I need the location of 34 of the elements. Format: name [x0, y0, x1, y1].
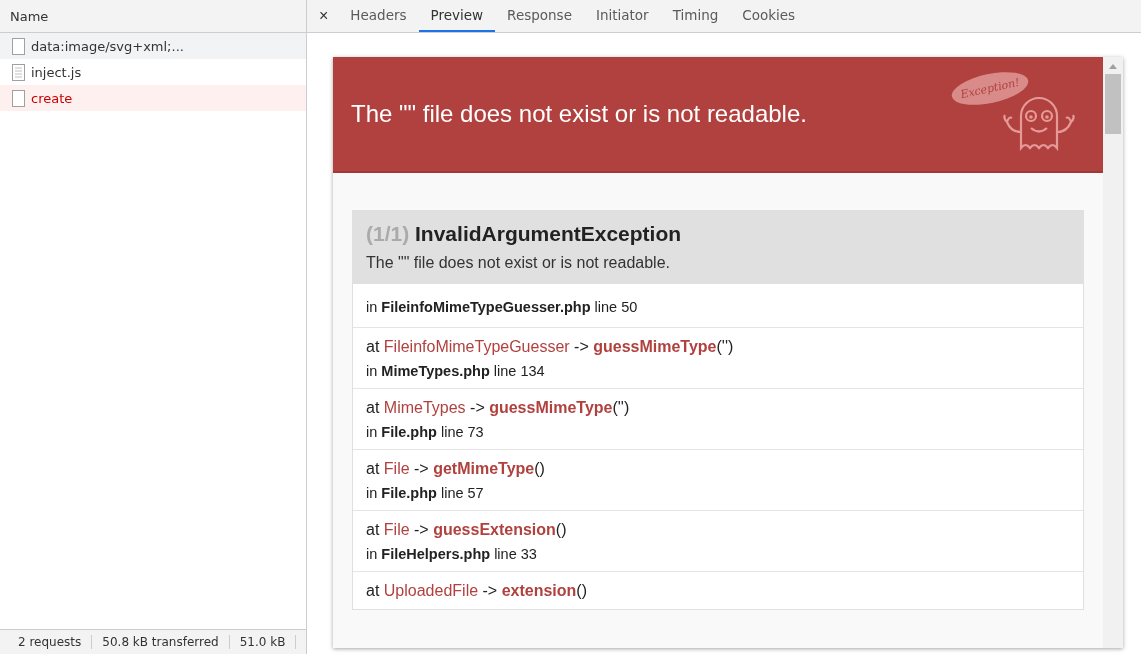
- trace-call: at File -> guessExtension(): [366, 521, 568, 539]
- trace-location: in File.php line 57: [366, 485, 485, 501]
- error-title: The "" file does not exist or is not readable.: [351, 100, 807, 128]
- trace-location: in FileinfoMimeTypeGuesser.php line 50: [366, 299, 639, 315]
- status-text: 51.0 kB: [229, 635, 297, 649]
- request-name: data:image/svg+xml;...: [31, 38, 184, 54]
- request-name: create: [31, 90, 73, 106]
- scrollbar[interactable]: [1103, 57, 1123, 648]
- file-icon: [12, 37, 25, 55]
- trace-location: in MimeTypes.php line 134: [366, 363, 546, 379]
- script-file-icon: [12, 63, 25, 81]
- scroll-up-icon[interactable]: [1108, 62, 1118, 70]
- status-text: 50.8 kB transferred: [92, 635, 230, 649]
- file-icon: [12, 89, 25, 107]
- column-header[interactable]: Name: [0, 0, 306, 33]
- trace-location: in File.php line 73: [366, 424, 485, 440]
- request-row[interactable]: create: [0, 85, 306, 111]
- request-row[interactable]: data:image/svg+xml;...: [0, 33, 306, 59]
- tab[interactable]: Cookies: [730, 0, 808, 32]
- status-text: 2 requests: [0, 635, 93, 649]
- request-name: inject.js: [31, 64, 82, 80]
- trace-call: at UploadedFile -> extension(): [366, 582, 588, 600]
- trace-call: at File -> getMimeType(): [366, 460, 546, 478]
- tab[interactable]: Preview: [418, 0, 496, 32]
- trace-location: in FileHelpers.php line 33: [366, 546, 538, 562]
- exception-message: The "" file does not exist or is not readable.: [366, 254, 671, 272]
- close-button[interactable]: ×: [317, 0, 339, 32]
- scroll-thumb[interactable]: [1105, 74, 1121, 134]
- tab[interactable]: Initiator: [583, 0, 661, 32]
- tab[interactable]: Timing: [660, 0, 731, 32]
- trace-call: at MimeTypes -> guessMimeType(''): [366, 399, 631, 417]
- tab[interactable]: Response: [495, 0, 584, 32]
- trace-call: at FileinfoMimeTypeGuesser -> guessMimeType(''): [366, 338, 735, 356]
- tab[interactable]: Headers: [338, 0, 419, 32]
